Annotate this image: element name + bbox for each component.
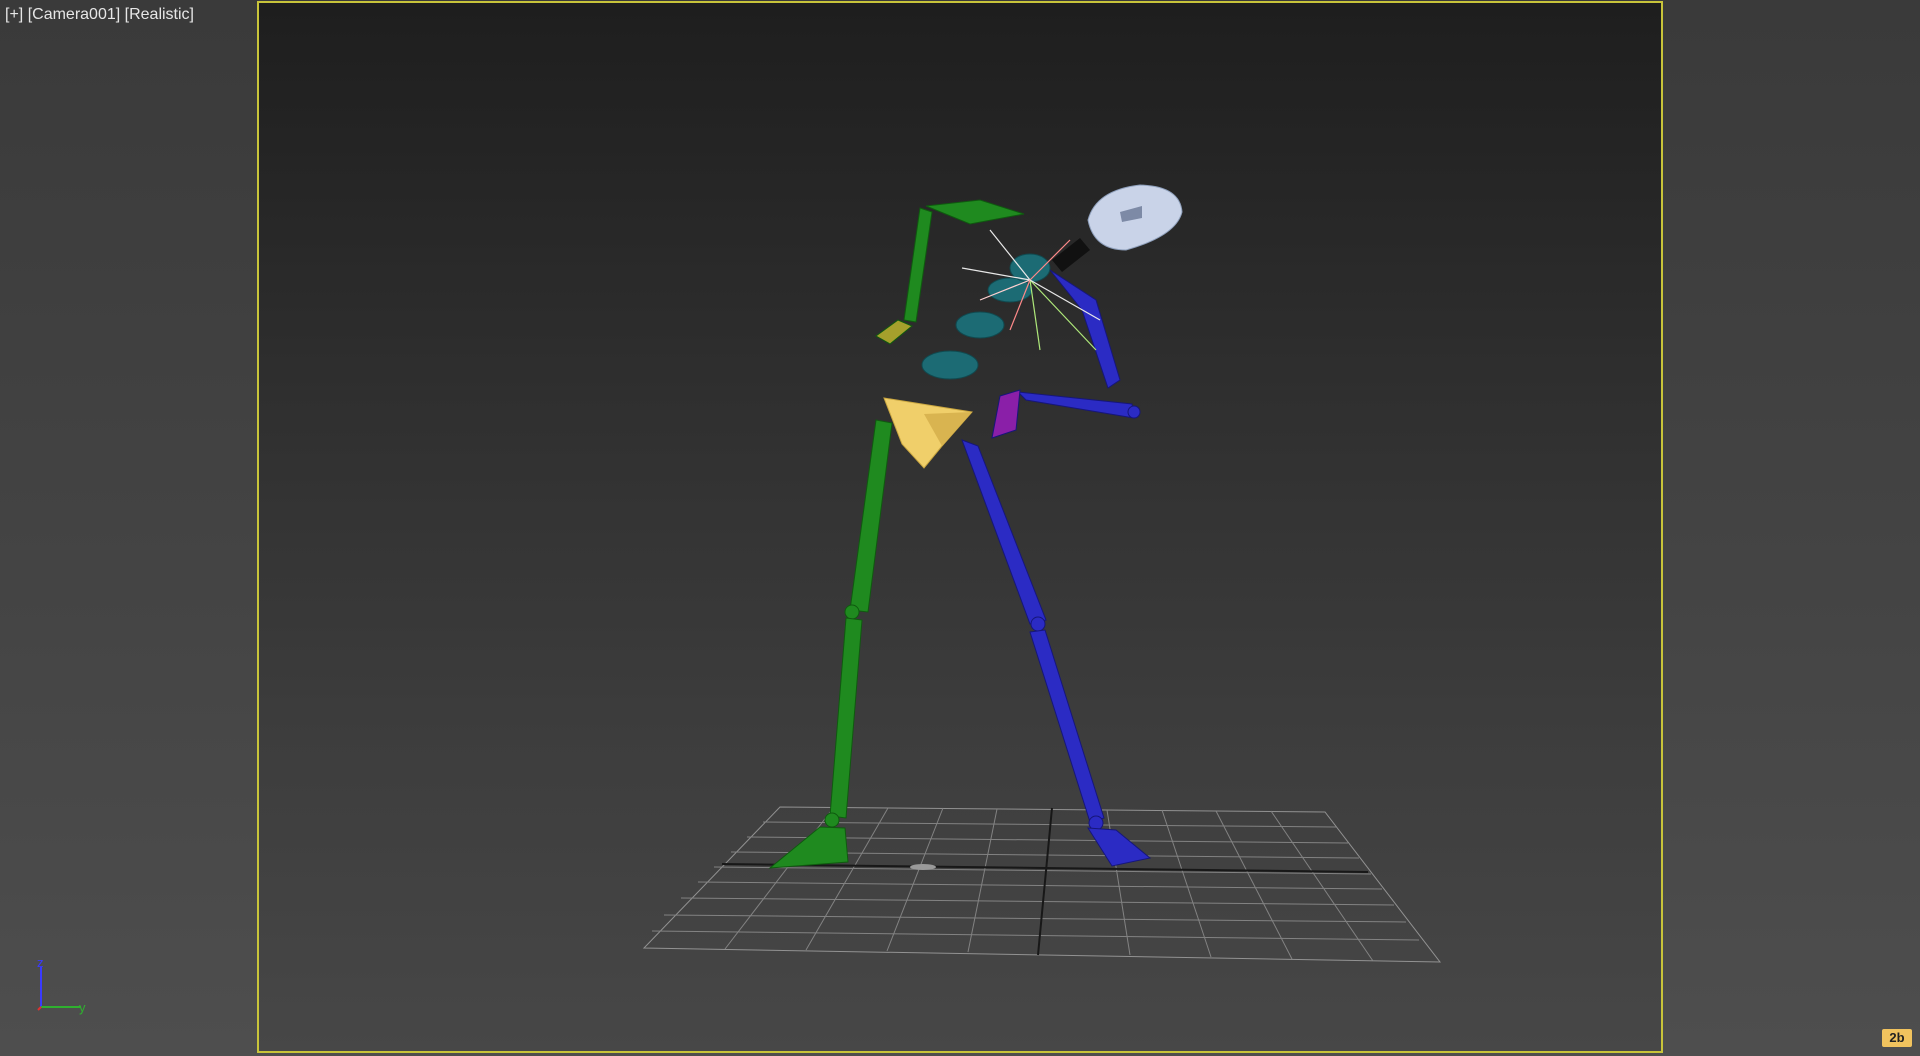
ground-pivot [910,864,936,870]
biped-pelvis[interactable] [883,397,973,469]
ground-grid [642,806,1442,963]
badge-2b[interactable]: 2b [1882,1029,1912,1047]
biped-right-leg[interactable] [961,439,1152,867]
biped-head[interactable] [1052,184,1183,272]
axis-y-label: y [79,1000,86,1015]
axis-z-label: z [37,955,44,970]
viewport-menu-button[interactable]: [+] [5,6,23,23]
biped-left-leg[interactable] [768,419,893,869]
viewport-scene[interactable] [0,0,1920,1056]
viewport-shading-button[interactable]: [Realistic] [125,6,194,23]
xyz-axis-tripod-icon: z y [37,955,86,1015]
viewport-camera-button[interactable]: [Camera001] [28,6,121,23]
viewport-label: [+] [Camera001] [Realistic] [5,6,194,24]
